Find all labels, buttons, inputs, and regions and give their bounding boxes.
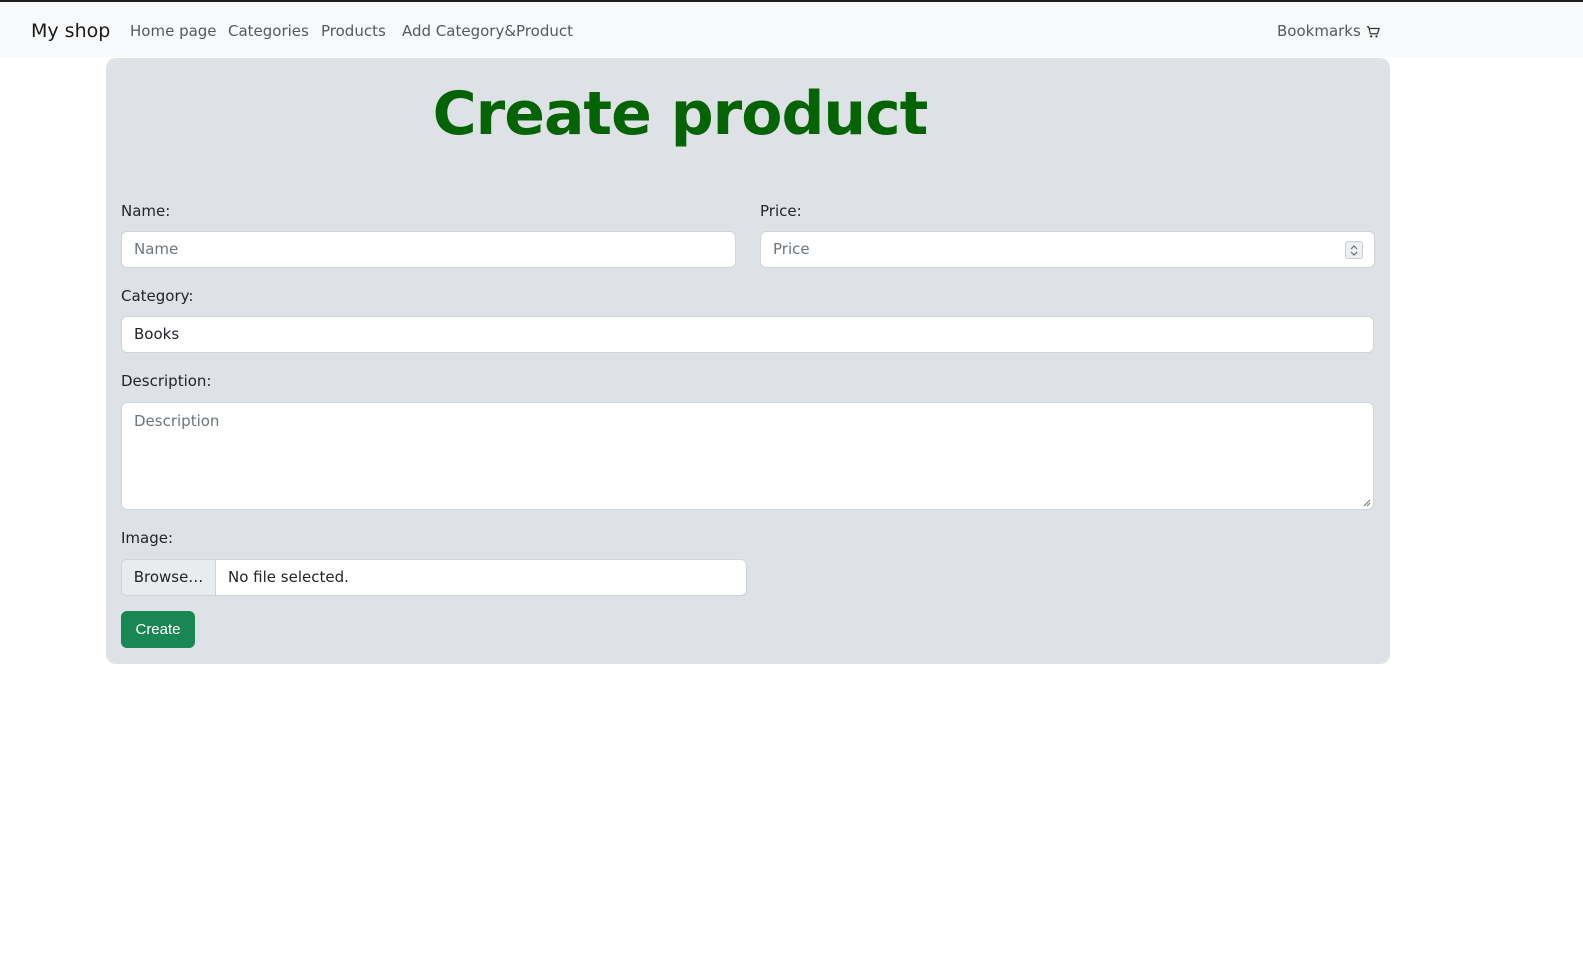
- nav-link-products[interactable]: Products: [321, 21, 386, 41]
- nav-link-add-category-product[interactable]: Add Category&Product: [402, 21, 573, 41]
- browse-button[interactable]: Browse…: [122, 560, 216, 595]
- description-placeholder: Description: [134, 412, 220, 430]
- create-product-card: Create product Name: Name Price: Price C…: [106, 58, 1390, 664]
- image-file-input[interactable]: Browse… No file selected.: [121, 559, 747, 596]
- name-label: Name:: [121, 202, 171, 220]
- nav-link-home[interactable]: Home page: [130, 21, 217, 41]
- price-input[interactable]: Price: [760, 231, 1375, 268]
- name-input[interactable]: Name: [121, 231, 736, 268]
- file-status: No file selected.: [228, 568, 349, 586]
- resize-handle-icon[interactable]: [1362, 498, 1371, 507]
- price-label: Price:: [760, 202, 802, 220]
- image-label: Image:: [121, 529, 174, 547]
- category-select[interactable]: Books: [121, 316, 1374, 353]
- price-placeholder: Price: [773, 240, 810, 258]
- create-button[interactable]: Create: [121, 611, 195, 648]
- cart-icon[interactable]: [1366, 24, 1380, 38]
- nav-link-categories[interactable]: Categories: [228, 21, 309, 41]
- brand-logo[interactable]: My shop: [31, 19, 110, 43]
- price-spinner-icon[interactable]: [1345, 241, 1363, 259]
- navbar: My shop Home page Categories Products Ad…: [0, 2, 1583, 57]
- page-title: Create product: [432, 79, 929, 149]
- nav-link-bookmarks[interactable]: Bookmarks: [1277, 21, 1361, 41]
- category-label: Category:: [121, 287, 194, 305]
- description-label: Description:: [121, 372, 212, 390]
- description-textarea[interactable]: Description: [121, 402, 1374, 510]
